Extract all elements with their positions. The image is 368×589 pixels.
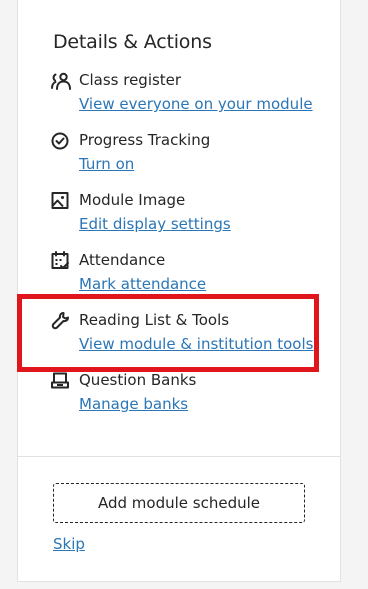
question-bank-icon xyxy=(51,371,71,391)
turn-on-progress-link[interactable]: Turn on xyxy=(79,155,134,173)
add-module-schedule-button[interactable]: Add module schedule xyxy=(53,483,305,523)
skip-link[interactable]: Skip xyxy=(53,535,85,553)
view-module-tools-link[interactable]: View module & institution tools xyxy=(79,335,313,353)
image-icon xyxy=(51,191,71,211)
item-title: Attendance xyxy=(79,251,166,269)
mark-attendance-link[interactable]: Mark attendance xyxy=(79,275,206,293)
item-title: Class register xyxy=(79,71,182,89)
calendar-icon xyxy=(51,251,71,271)
view-class-register-link[interactable]: View everyone on your module xyxy=(79,95,313,113)
item-title: Progress Tracking xyxy=(79,131,211,149)
details-actions-panel: Details & Actions Class register View ev… xyxy=(17,0,341,582)
edit-display-settings-link[interactable]: Edit display settings xyxy=(79,215,231,233)
item-title: Module Image xyxy=(79,191,186,209)
section-divider xyxy=(18,456,340,457)
manage-banks-link[interactable]: Manage banks xyxy=(79,395,188,413)
progress-check-icon xyxy=(51,131,71,151)
item-title: Question Banks xyxy=(79,371,197,389)
wrench-icon xyxy=(51,311,71,331)
item-title: Reading List & Tools xyxy=(79,311,230,329)
class-register-icon xyxy=(51,71,71,91)
panel-heading: Details & Actions xyxy=(53,31,212,53)
